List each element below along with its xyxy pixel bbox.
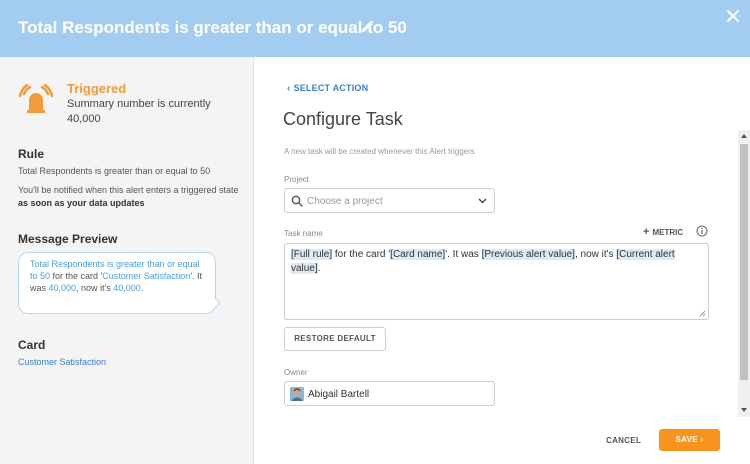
restore-default-button[interactable]: RESTORE DEFAULT bbox=[284, 327, 386, 351]
message-preview-heading: Message Preview bbox=[18, 232, 118, 246]
page-description: A new task will be created whenever this… bbox=[284, 147, 475, 156]
summary-text: Summary number is currently 40,000 bbox=[67, 98, 211, 125]
owner-select[interactable]: Abigail Bartell bbox=[284, 381, 495, 406]
rule-text: Total Respondents is greater than or equ… bbox=[18, 166, 211, 176]
info-icon[interactable] bbox=[696, 225, 708, 237]
configure-task-panel: ‹ SELECT ACTION Configure Task A new task… bbox=[254, 57, 750, 464]
chevron-down-icon bbox=[478, 198, 487, 204]
add-metric-button[interactable]: + METRIC bbox=[643, 226, 683, 238]
alert-summary-panel: Triggered Summary number is currently 40… bbox=[0, 57, 254, 464]
owner-label: Owner bbox=[284, 368, 308, 377]
search-icon bbox=[291, 195, 303, 207]
rule-heading: Rule bbox=[18, 147, 45, 161]
task-name-textarea[interactable]: [Full rule] for the card '[Card name]'. … bbox=[284, 243, 709, 320]
modal-header: Total Respondents is greater than or equ… bbox=[0, 0, 750, 57]
card-link[interactable]: Customer Satisfaction bbox=[18, 357, 106, 367]
scroll-down-icon[interactable] bbox=[741, 407, 747, 413]
alert-title: Total Respondents is greater than or equ… bbox=[18, 18, 407, 37]
select-action-link[interactable]: ‹ SELECT ACTION bbox=[287, 83, 368, 94]
save-button[interactable]: SAVE › bbox=[659, 429, 720, 451]
page-title: Configure Task bbox=[283, 109, 403, 129]
notify-text: You'll be notified when this alert enter… bbox=[18, 185, 239, 208]
scroll-thumb[interactable] bbox=[740, 144, 748, 380]
edit-icon[interactable] bbox=[360, 20, 374, 34]
scrollbar[interactable] bbox=[738, 130, 750, 417]
status-triggered: Triggered bbox=[67, 81, 127, 96]
project-select[interactable]: Choose a project bbox=[284, 188, 495, 213]
close-icon[interactable] bbox=[725, 8, 741, 24]
task-name-label: Task name bbox=[284, 229, 323, 238]
chevron-left-icon: ‹ bbox=[287, 83, 291, 94]
resize-handle-icon[interactable] bbox=[699, 310, 706, 317]
cancel-button[interactable]: CANCEL bbox=[606, 436, 641, 445]
project-placeholder: Choose a project bbox=[307, 196, 383, 207]
card-heading: Card bbox=[18, 338, 46, 352]
message-preview-bubble: Total Respondents is greater than or equ… bbox=[18, 252, 216, 314]
scroll-up-icon[interactable] bbox=[741, 133, 747, 139]
chevron-right-icon: › bbox=[700, 435, 704, 444]
project-label: Project bbox=[284, 175, 309, 184]
alarm-icon bbox=[18, 84, 54, 113]
owner-name: Abigail Bartell bbox=[308, 389, 370, 400]
plus-icon: + bbox=[643, 226, 650, 238]
avatar bbox=[290, 387, 304, 401]
